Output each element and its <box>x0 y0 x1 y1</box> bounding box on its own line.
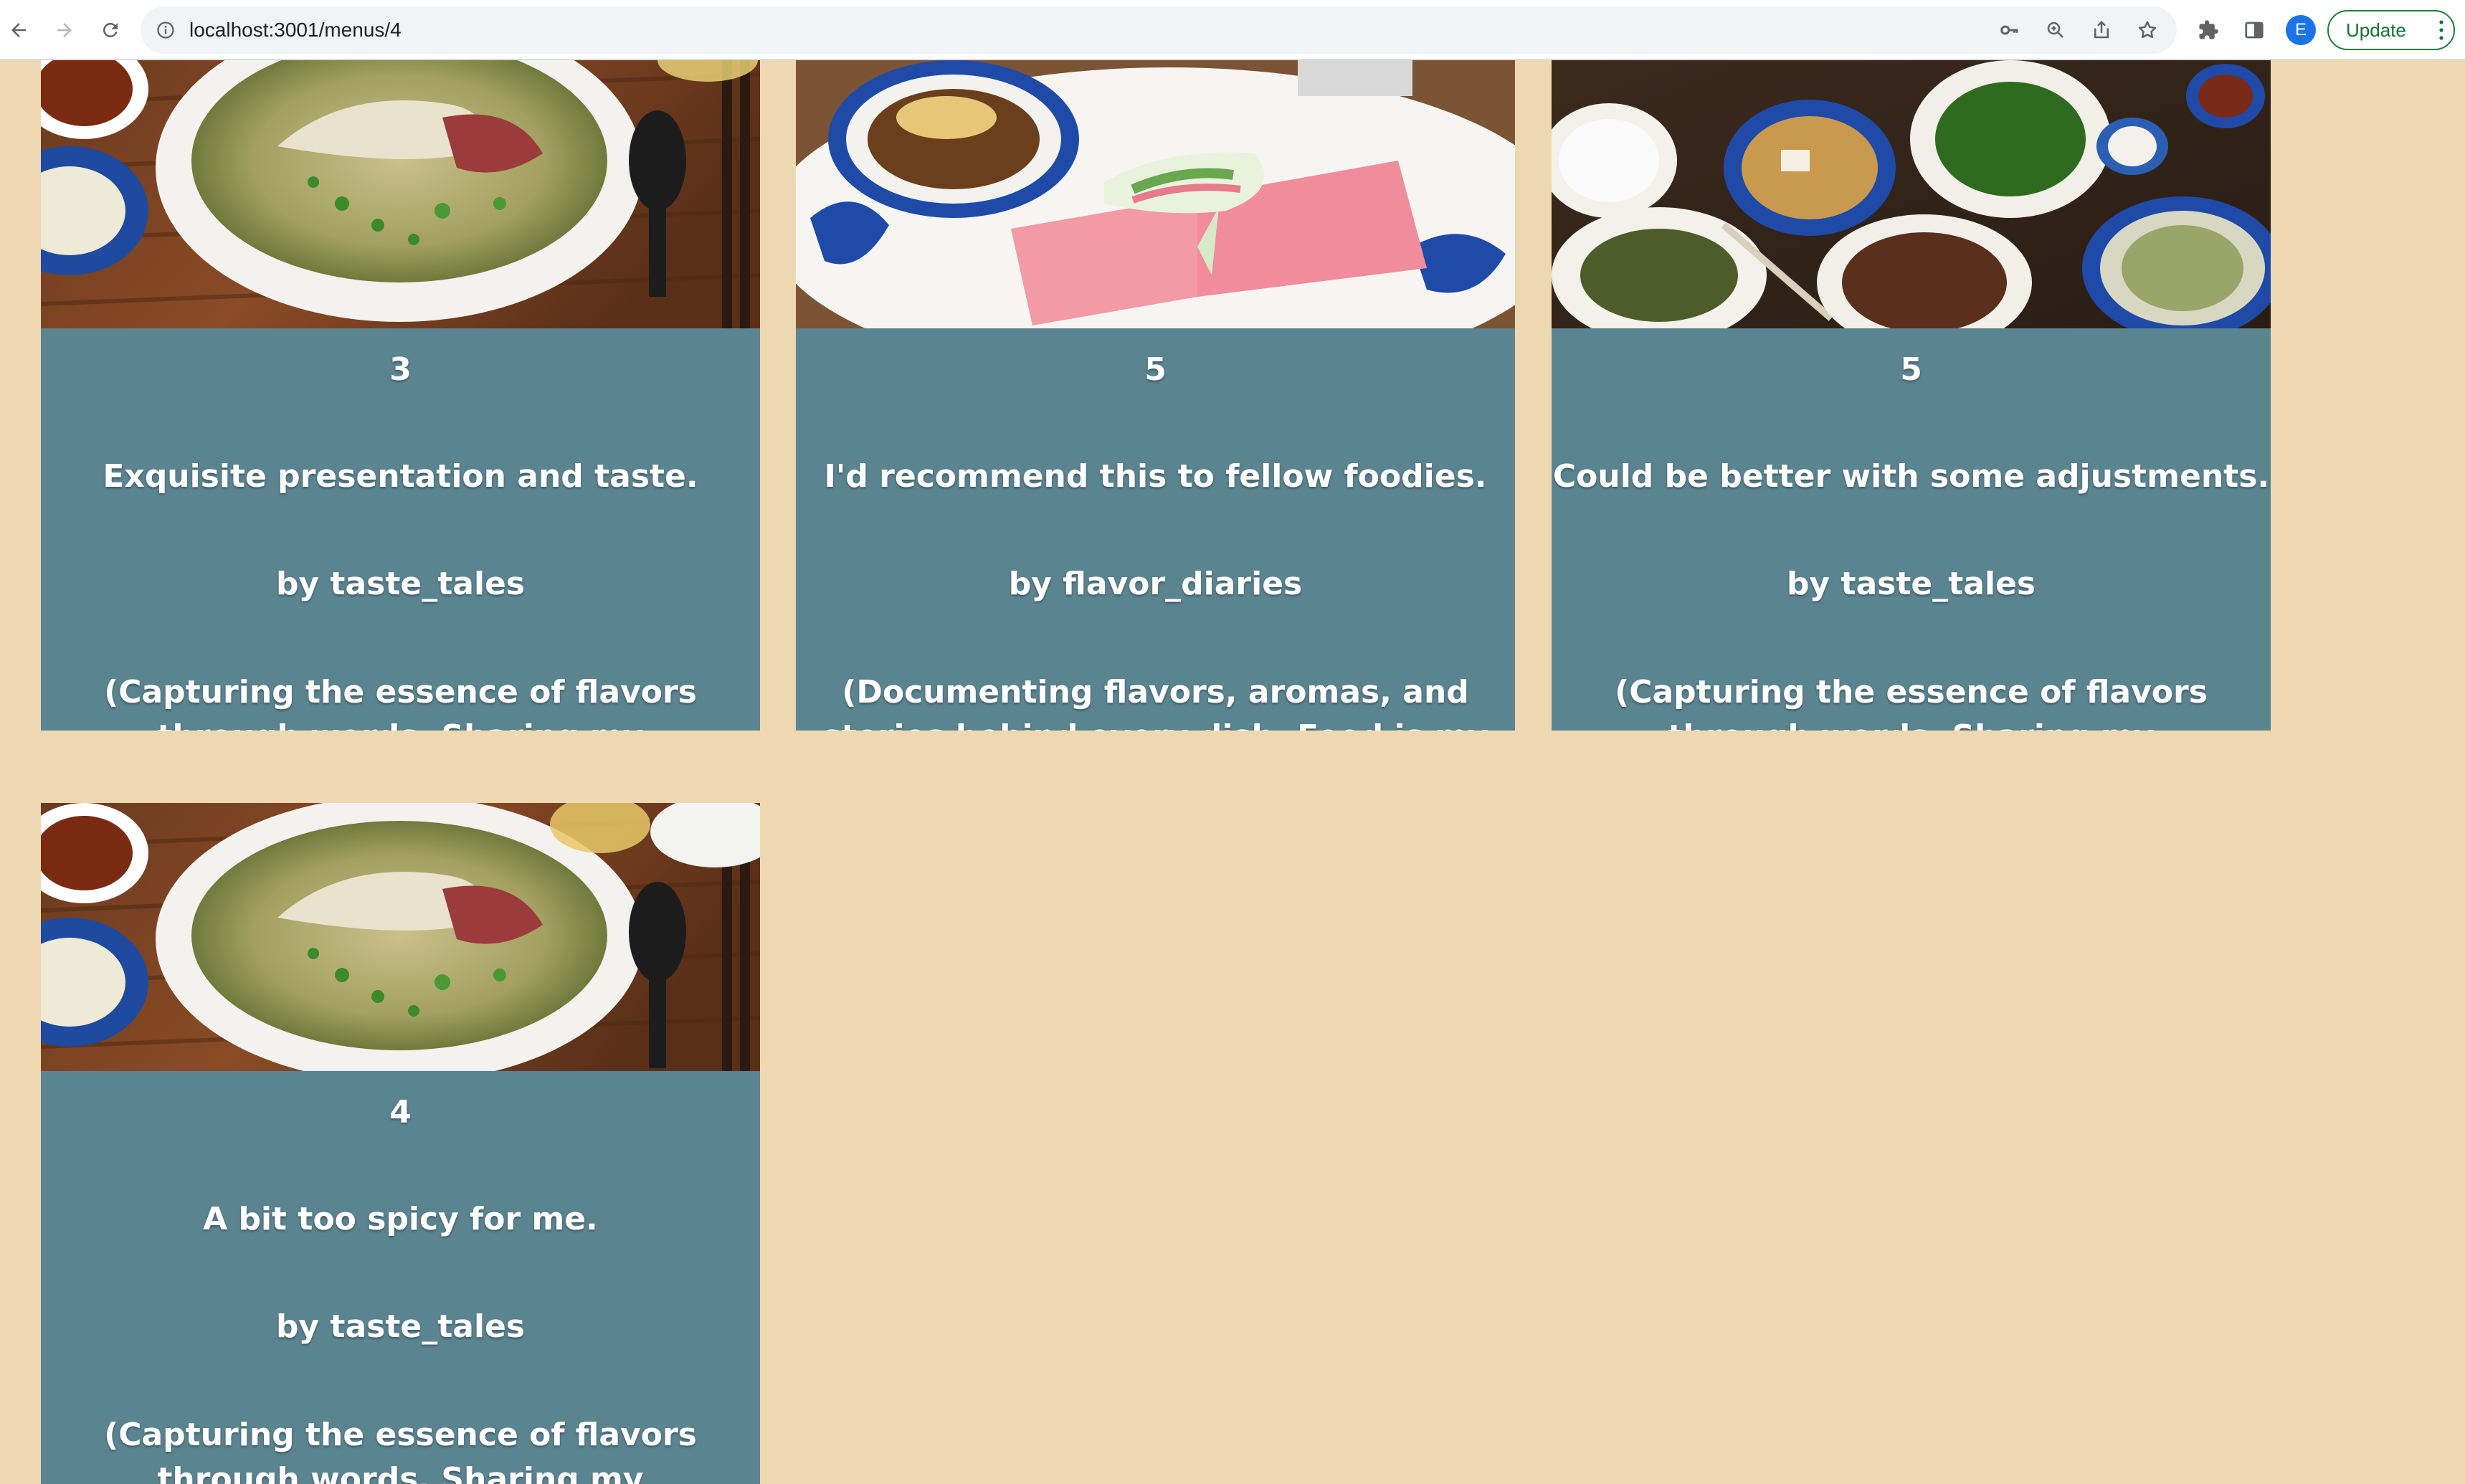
review-comment: A bit too spicy for me. <box>203 1201 598 1237</box>
update-label: Update <box>2346 19 2406 41</box>
bookmark-star-icon[interactable] <box>2131 14 2164 47</box>
zoom-icon[interactable] <box>2039 14 2072 47</box>
review-author: by taste_tales <box>1786 566 2036 602</box>
back-button[interactable] <box>1 13 36 47</box>
review-comment: Exquisite presentation and taste. <box>103 458 698 495</box>
pho-bowl-image <box>41 60 760 328</box>
spring-rolls-image <box>796 60 1515 328</box>
key-icon[interactable] <box>1993 14 2026 47</box>
arrow-right-icon <box>57 23 72 37</box>
review-rating: 5 <box>1900 351 1922 388</box>
pho-bowl-image <box>41 803 760 1071</box>
review-rating: 4 <box>389 1094 412 1131</box>
review-card: 4 A bit too spicy for me. by taste_tales… <box>41 803 760 1484</box>
more-vert-icon <box>2439 20 2443 40</box>
forward-button[interactable] <box>47 13 82 47</box>
reload-button[interactable] <box>93 13 128 47</box>
review-comment: Could be better with some adjustments. <box>1552 458 2270 495</box>
review-rating: 3 <box>389 351 412 388</box>
browser-toolbar: localhost:3001/menus/4 E Update <box>0 0 2465 60</box>
extensions-icon[interactable] <box>2191 13 2226 47</box>
review-card: 5 I'd recommend this to fellow foodies. … <box>796 60 1515 731</box>
side-panel-icon[interactable] <box>2237 13 2271 47</box>
profile-avatar[interactable]: E <box>2286 15 2316 45</box>
review-card: 5 Could be better with some adjustments.… <box>1552 60 2271 731</box>
profile-initial: E <box>2294 20 2307 39</box>
review-author-bio: (Capturing the essence of flavors throug… <box>104 1417 697 1484</box>
review-author-bio: (Capturing the essence of flavors throug… <box>1615 674 2208 731</box>
arrow-left-icon <box>11 23 26 37</box>
site-info-icon[interactable] <box>149 14 182 47</box>
url-text[interactable]: localhost:3001/menus/4 <box>189 6 402 54</box>
review-rating: 5 <box>1144 351 1167 388</box>
address-bar[interactable]: localhost:3001/menus/4 <box>141 6 2177 54</box>
review-author-bio: (Capturing the essence of flavors throug… <box>104 674 697 731</box>
review-author: by taste_tales <box>275 566 526 602</box>
review-author: by taste_tales <box>275 1308 526 1345</box>
review-author: by flavor_diaries <box>1008 566 1303 602</box>
review-author-bio: (Documenting flavors, aromas, and storie… <box>822 674 1488 731</box>
vietnamese-feast-image <box>1552 60 2271 328</box>
reload-icon <box>103 22 118 37</box>
share-icon[interactable] <box>2085 14 2118 47</box>
review-card: 3 Exquisite presentation and taste. by t… <box>41 60 760 731</box>
update-button[interactable]: Update <box>2327 10 2455 50</box>
review-comment: I'd recommend this to fellow foodies. <box>824 458 1487 495</box>
